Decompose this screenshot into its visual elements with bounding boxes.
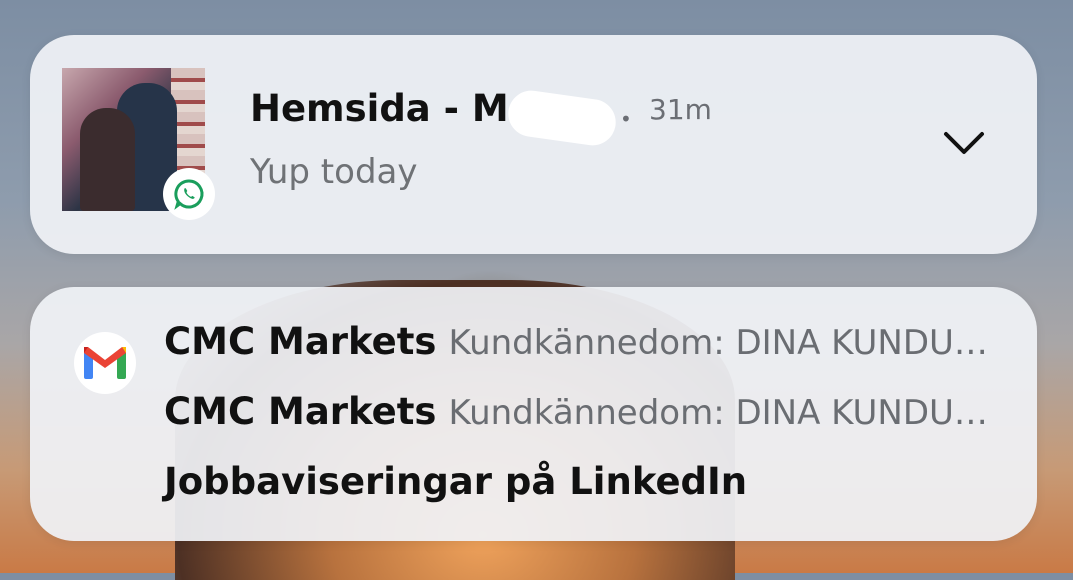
email-item[interactable]: Jobbaviseringar på LinkedIn — [164, 460, 747, 503]
whatsapp-notification[interactable]: Hemsida - M • 31m Yup today — [30, 35, 1037, 254]
avatar-figure — [80, 108, 135, 211]
email-subject: Kundkännedom: DINA KUNDU… — [448, 393, 988, 433]
email-sender: CMC Markets — [164, 320, 437, 363]
email-item[interactable]: CMC Markets Kundkännedom: DINA KUNDU… — [164, 320, 988, 363]
email-sender: Jobbaviseringar på LinkedIn — [164, 460, 748, 503]
gmail-icon — [74, 332, 136, 394]
notification-title: Hemsida - M — [250, 87, 509, 130]
separator-dot: • — [620, 107, 632, 131]
email-item[interactable]: CMC Markets Kundkännedom: DINA KUNDU… — [164, 390, 988, 433]
email-subject: Kundkännedom: DINA KUNDU… — [448, 323, 988, 363]
notification-time: 31m — [649, 93, 712, 126]
redaction-mark — [505, 87, 619, 149]
notification-message: Yup today — [250, 152, 418, 192]
whatsapp-icon — [163, 168, 215, 220]
chevron-down-icon[interactable] — [942, 128, 986, 158]
gmail-notification[interactable]: CMC Markets Kundkännedom: DINA KUNDU… CMC… — [30, 287, 1037, 541]
email-sender: CMC Markets — [164, 390, 437, 433]
